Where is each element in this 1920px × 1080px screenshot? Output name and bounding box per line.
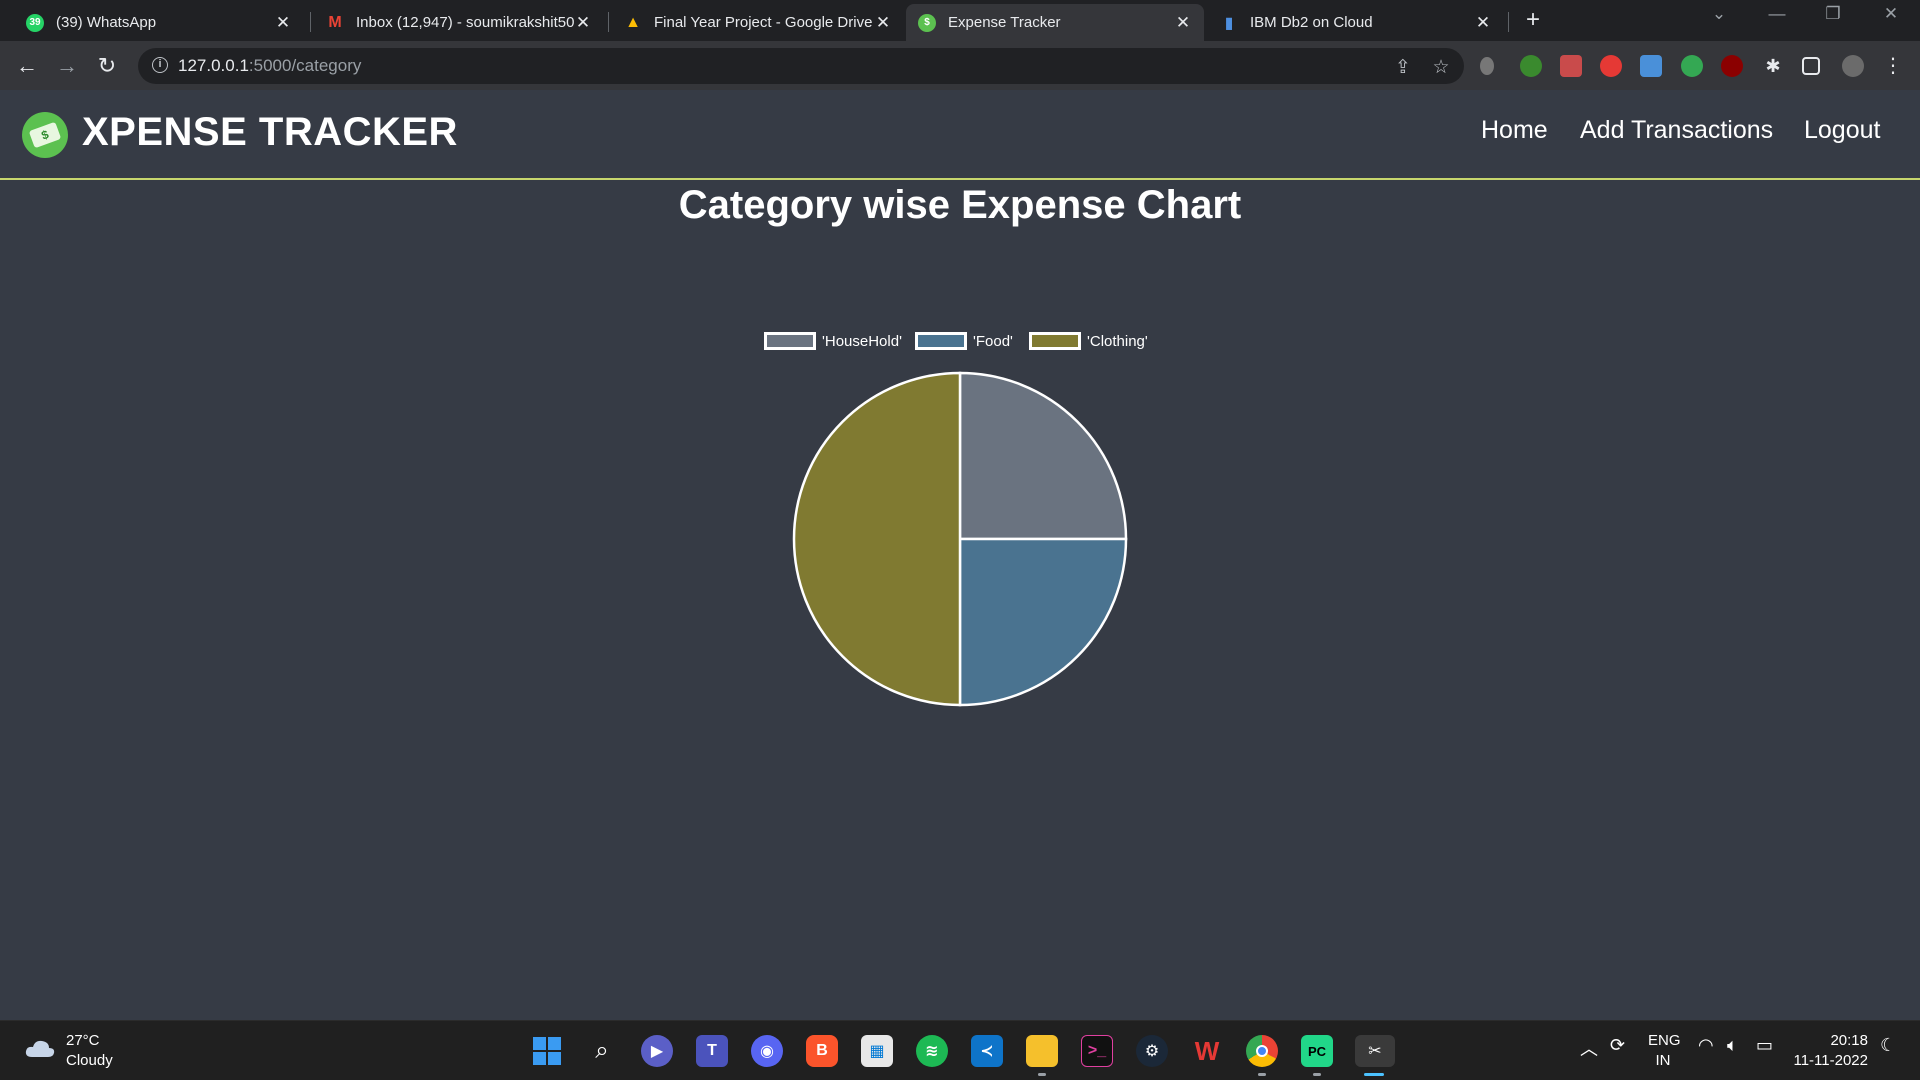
battery-icon[interactable]: ▭ <box>1756 1035 1773 1056</box>
browser-tab-bar: 39 (39) WhatsApp ✕ M Inbox (12,947) - so… <box>0 0 1920 41</box>
teams-icon[interactable]: T <box>696 1035 728 1067</box>
nav-logout-link[interactable]: Logout <box>1804 116 1880 145</box>
search-icon[interactable]: ⌕ <box>586 1035 618 1067</box>
tab-separator <box>1508 12 1509 32</box>
tab-title: Final Year Project - Google Drive <box>654 14 873 31</box>
url-host: 127.0.0.1 <box>178 56 249 75</box>
vscode-icon[interactable]: ≺ <box>971 1035 1003 1067</box>
tab-separator <box>608 12 609 32</box>
tab-search-icon[interactable]: ⌄ <box>1704 4 1734 24</box>
terminal-icon[interactable]: >_ <box>1081 1035 1113 1067</box>
chevron-up-icon[interactable]: ︿ <box>1580 1035 1598 1061</box>
new-tab-icon[interactable]: + <box>1520 8 1546 34</box>
extension-mouse-icon[interactable] <box>1480 57 1494 75</box>
window-close-icon[interactable]: ✕ <box>1876 4 1906 24</box>
windows-taskbar: 27°C Cloudy ⌕ ▶ T ◉ B ▦ ≋ ≺ >_ ⚙ W PC ✂ … <box>0 1020 1920 1080</box>
url-text: 127.0.0.1:5000/category <box>178 56 361 76</box>
pie-slice-clothing[interactable] <box>792 371 962 707</box>
extensions-puzzle-icon[interactable]: ✱ <box>1762 55 1784 77</box>
back-arrow-icon[interactable]: ← <box>12 51 42 81</box>
tab-separator <box>310 12 311 32</box>
tab-title: (39) WhatsApp <box>56 14 157 31</box>
tab-gmail[interactable]: M Inbox (12,947) - soumikrakshit50 ✕ <box>314 4 604 41</box>
tab-title: IBM Db2 on Cloud <box>1250 14 1373 31</box>
close-icon[interactable]: ✕ <box>1474 13 1492 33</box>
running-indicator <box>1313 1073 1321 1076</box>
whatsapp-icon: 39 <box>26 13 44 32</box>
wps-office-icon[interactable]: W <box>1191 1035 1223 1067</box>
close-icon[interactable]: ✕ <box>574 13 592 33</box>
extension-calendar-icon[interactable] <box>1560 55 1582 77</box>
volume-icon[interactable]: 🔈︎ <box>1727 1035 1738 1056</box>
file-explorer-icon[interactable] <box>1026 1035 1058 1067</box>
running-indicator <box>1038 1073 1046 1076</box>
restore-icon[interactable]: ❐ <box>1818 4 1848 24</box>
brand-title[interactable]: XPENSE TRACKER <box>82 110 458 155</box>
pie-svg <box>792 371 1128 707</box>
tab-google-drive[interactable]: ▲ Final Year Project - Google Drive ✕ <box>612 4 904 41</box>
store-icon[interactable]: ▦ <box>861 1035 893 1067</box>
gmail-icon: M <box>328 13 342 31</box>
app-logo-icon[interactable]: $ <box>22 112 68 158</box>
extension-picture-icon[interactable] <box>1640 55 1662 77</box>
pycharm-icon[interactable]: PC <box>1301 1035 1333 1067</box>
nav-home-link[interactable]: Home <box>1481 116 1548 145</box>
wifi-icon[interactable]: ◠ <box>1698 1035 1714 1056</box>
tab-expense-tracker[interactable]: $ Expense Tracker ✕ <box>906 4 1204 41</box>
money-bill-icon: $ <box>28 121 62 149</box>
pie-slice-food[interactable] <box>958 537 1128 707</box>
close-icon[interactable]: ✕ <box>274 13 292 33</box>
category-pie-chart: 'HouseHold' 'Food' 'Clothing' <box>740 330 1180 720</box>
snipping-tool-icon[interactable]: ✂ <box>1355 1035 1395 1067</box>
close-icon[interactable]: ✕ <box>1174 13 1192 33</box>
minimize-icon[interactable]: — <box>1762 4 1792 24</box>
forward-arrow-icon[interactable]: → <box>52 51 82 81</box>
clock-date[interactable]: 11-11-2022 <box>1790 1052 1868 1069</box>
side-panel-icon[interactable] <box>1802 57 1820 75</box>
spotify-icon[interactable]: ≋ <box>916 1035 948 1067</box>
pie-slice-household[interactable] <box>958 371 1128 541</box>
weather-temperature[interactable]: 27°C <box>66 1032 100 1049</box>
tab-title: Inbox (12,947) - soumikrakshit50 <box>356 14 574 31</box>
share-icon[interactable]: ⇪ <box>1392 56 1414 79</box>
extension-plus-icon[interactable] <box>1681 55 1703 77</box>
focus-moon-icon[interactable]: ☾ <box>1880 1035 1896 1056</box>
url-bar[interactable]: i 127.0.0.1:5000/category ⇪ ☆ <box>138 48 1464 84</box>
windows-start-icon[interactable] <box>531 1035 563 1067</box>
weather-description[interactable]: Cloudy <box>66 1052 113 1069</box>
reload-icon[interactable]: ↻ <box>92 51 122 81</box>
tab-ibm-db2[interactable]: ▮ IBM Db2 on Cloud ✕ <box>1208 4 1504 41</box>
extension-ublock-icon[interactable] <box>1721 55 1743 77</box>
page-title: Category wise Expense Chart <box>678 183 1242 227</box>
extension-tree-icon[interactable] <box>1520 55 1542 77</box>
google-drive-icon: ▲ <box>625 13 641 31</box>
language-code[interactable]: ENG <box>1648 1032 1681 1049</box>
language-region[interactable]: IN <box>1648 1052 1678 1069</box>
nav-add-transactions-link[interactable]: Add Transactions <box>1580 116 1773 145</box>
tab-whatsapp[interactable]: 39 (39) WhatsApp ✕ <box>14 4 304 41</box>
address-toolbar: ← → ↻ i 127.0.0.1:5000/category ⇪ ☆ ✱ ⋮ <box>0 41 1920 90</box>
menu-kebab-icon[interactable]: ⋮ <box>1878 51 1908 81</box>
sync-icon[interactable]: ⟳ <box>1610 1035 1625 1056</box>
profile-avatar[interactable] <box>1842 55 1864 77</box>
url-path: :5000/category <box>248 56 362 75</box>
running-indicator <box>1258 1073 1266 1076</box>
app-navbar: $ XPENSE TRACKER Home Add Transactions L… <box>0 90 1920 180</box>
bookmark-star-icon[interactable]: ☆ <box>1430 56 1452 79</box>
extension-hand-icon[interactable] <box>1600 55 1622 77</box>
brave-icon[interactable]: B <box>806 1035 838 1067</box>
clock-time[interactable]: 20:18 <box>1796 1032 1868 1049</box>
site-info-icon[interactable]: i <box>152 57 168 73</box>
active-app-indicator <box>1364 1073 1384 1076</box>
ibm-db2-icon: ▮ <box>1224 14 1234 32</box>
tab-title: Expense Tracker <box>948 14 1061 31</box>
cloud-icon[interactable] <box>24 1037 56 1059</box>
steam-icon[interactable]: ⚙ <box>1136 1035 1168 1067</box>
close-icon[interactable]: ✕ <box>874 13 892 33</box>
expense-tracker-icon: $ <box>918 13 936 32</box>
discord-icon[interactable]: ◉ <box>751 1035 783 1067</box>
chrome-icon[interactable] <box>1246 1035 1278 1067</box>
chat-icon[interactable]: ▶ <box>641 1035 673 1067</box>
